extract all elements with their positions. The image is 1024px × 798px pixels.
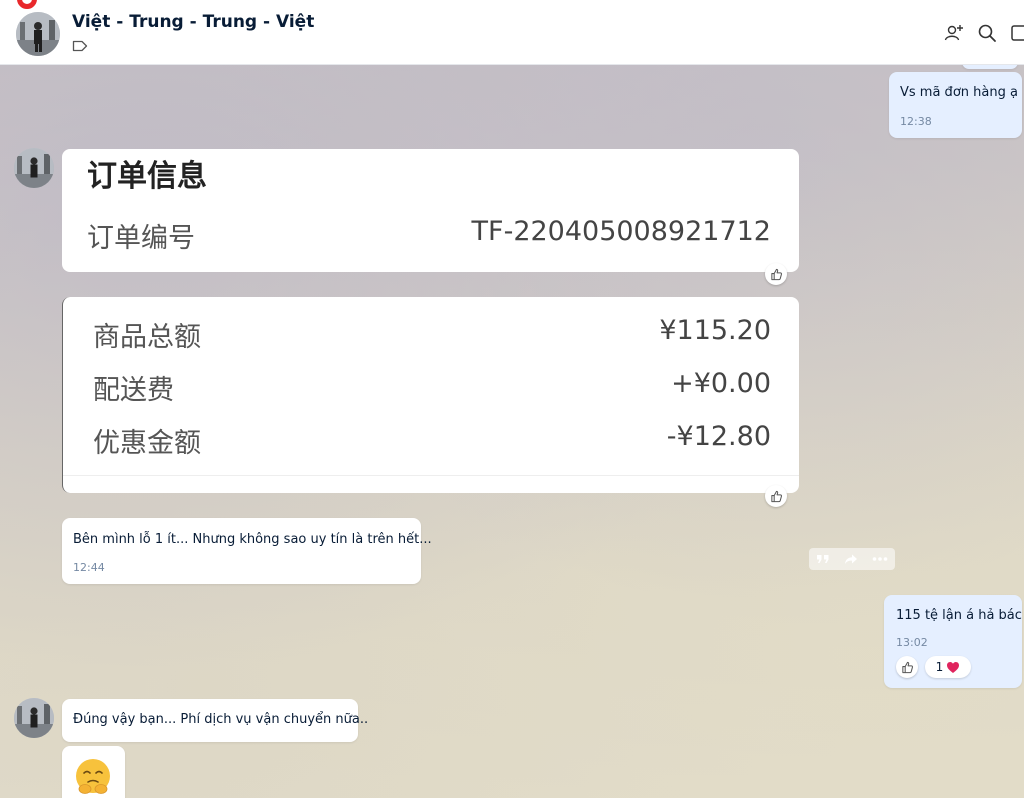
discount-value: -¥12.80: [666, 421, 771, 452]
divider: [63, 475, 799, 476]
avatar-photo-icon: [14, 698, 54, 738]
order-totals-image[interactable]: 商品总额 ¥115.20 配送费 +¥0.00 优惠金额 -¥12.80: [62, 297, 799, 493]
avatar-photo-icon: [14, 148, 54, 188]
message-time: 12:44: [73, 561, 105, 574]
like-reaction-button[interactable]: [765, 263, 787, 285]
heart-icon: [947, 661, 960, 673]
quote-reply-icon[interactable]: [816, 553, 830, 565]
label-tag-icon[interactable]: [72, 40, 88, 52]
thumbs-up-icon: [770, 268, 782, 280]
avatar-photo-icon: [16, 12, 60, 56]
sender-avatar[interactable]: [14, 148, 54, 188]
layout-icon[interactable]: [1009, 22, 1024, 44]
chat-header: Việt - Trung - Trung - Việt: [0, 0, 1024, 65]
message-text: Đúng vậy bạn... Phí dịch vụ vận chuyển n…: [73, 712, 369, 727]
discount-label: 优惠金额: [93, 428, 201, 459]
shipping-value: +¥0.00: [671, 368, 771, 399]
reaction-summary[interactable]: 1: [925, 656, 971, 678]
message-actions-bar: [809, 548, 895, 570]
notification-ring-icon: [17, 0, 37, 9]
thumbs-up-icon: [901, 661, 913, 673]
search-icon[interactable]: [976, 22, 998, 44]
reaction-count: 1: [935, 660, 944, 674]
conversation-title[interactable]: Việt - Trung - Trung - Việt: [72, 12, 314, 32]
chat-area: Vs mã đơn hàng ạ 12:38 订单信息 订单编号 TF-2204…: [0, 65, 1024, 798]
message-bubble-mine[interactable]: 115 tệ lận á hả bác 13:02 1: [884, 595, 1022, 688]
more-options-icon[interactable]: [872, 556, 888, 562]
order-number-label: 订单编号: [87, 223, 195, 254]
message-time: 13:02: [896, 636, 928, 649]
forward-icon[interactable]: [844, 553, 858, 565]
previous-message-bubble: [962, 65, 1018, 69]
message-bubble-theirs[interactable]: Đúng vậy bạn... Phí dịch vụ vận chuyển n…: [62, 699, 368, 742]
message-text: Bên mình lỗ 1 ít... Nhưng không sao uy t…: [73, 532, 432, 547]
sticker-bubble[interactable]: [62, 746, 125, 798]
shipping-label: 配送费: [93, 375, 174, 406]
like-reaction-button[interactable]: [765, 485, 787, 507]
message-bubble-theirs[interactable]: Bên mình lỗ 1 ít... Nhưng không sao uy t…: [62, 518, 432, 584]
message-text: Vs mã đơn hàng ạ: [900, 85, 1018, 100]
subtotal-value: ¥115.20: [659, 315, 771, 346]
order-number-value: TF-220405008921712: [471, 216, 771, 247]
group-avatar[interactable]: [16, 12, 60, 56]
thumbs-up-icon: [770, 490, 782, 502]
order-info-title: 订单信息: [87, 159, 207, 194]
like-reaction-button[interactable]: [896, 656, 918, 678]
message-time: 12:38: [900, 115, 932, 128]
message-text: 115 tệ lận á hả bác: [896, 608, 1022, 623]
order-info-image[interactable]: 订单信息 订单编号 TF-220405008921712: [62, 149, 799, 272]
subtotal-label: 商品总额: [93, 322, 201, 353]
sender-avatar[interactable]: [14, 698, 54, 738]
add-member-icon[interactable]: [943, 22, 965, 44]
pleading-face-emoji-icon: [76, 759, 110, 794]
message-bubble-mine[interactable]: Vs mã đơn hàng ạ 12:38: [889, 72, 1022, 138]
